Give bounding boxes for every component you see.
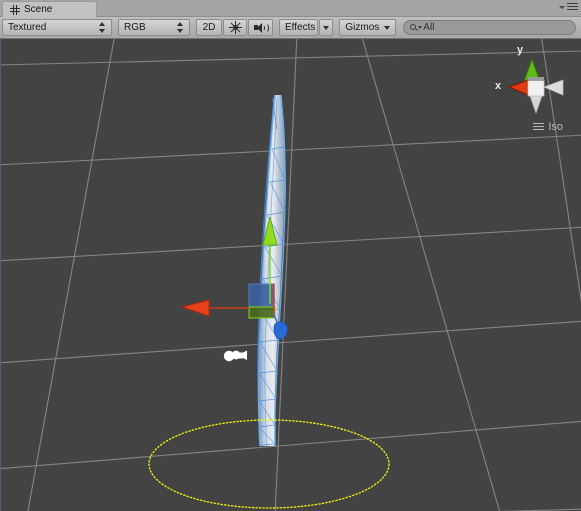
tab-scene-label: Scene: [24, 4, 53, 15]
stepper-icon: [99, 22, 106, 33]
search-value: All: [423, 22, 435, 33]
scene-orientation-gizmo[interactable]: [507, 58, 564, 115]
gizmos-dropdown[interactable]: Gizmos: [339, 19, 397, 36]
speaker-icon: [254, 22, 269, 34]
effects-button[interactable]: Effects: [279, 19, 319, 36]
gizmo-center-cube[interactable]: [527, 79, 545, 97]
camera-gizmo-icon[interactable]: [223, 350, 247, 362]
color-mode-label: RGB: [124, 21, 146, 33]
gizmo-plane-xz[interactable]: [248, 306, 276, 319]
tab-scene[interactable]: Scene: [2, 1, 97, 17]
search-input[interactable]: All: [403, 20, 576, 35]
chevron-down-icon: [559, 5, 565, 9]
chevron-down-icon: [384, 25, 391, 30]
effects-dropdown-button[interactable]: [319, 19, 334, 36]
unity-scene-window: Scene Textured RGB 2D Effects Gizmos All…: [0, 0, 581, 511]
scene-viewport[interactable]: y x Iso: [0, 39, 581, 511]
draw-mode-label: Textured: [8, 21, 47, 33]
gizmo-axis-z-arrow[interactable]: [273, 321, 288, 340]
sun-icon: [229, 21, 242, 34]
grid-icon: [10, 4, 20, 15]
tab-strip: Scene: [0, 0, 581, 17]
ground-grid: [1, 39, 581, 511]
lighting-toggle-button[interactable]: [223, 19, 247, 36]
gizmo-axis-x-arrow[interactable]: [180, 299, 210, 317]
hamburger-menu-icon: [567, 3, 578, 11]
gizmo-center-cube-top: [528, 77, 544, 81]
panel-options-button[interactable]: [559, 3, 578, 11]
scene-render: [1, 39, 581, 511]
gizmo-cone-x[interactable]: [507, 79, 529, 96]
draw-mode-dropdown[interactable]: Textured: [2, 19, 112, 36]
audio-toggle-button[interactable]: [248, 19, 273, 36]
toggle-2d-label: 2D: [202, 21, 216, 33]
chevron-down-icon: [323, 25, 330, 30]
gizmo-cone-x-negative[interactable]: [542, 79, 564, 96]
toggle-2d-button[interactable]: 2D: [196, 19, 222, 36]
gizmos-label: Gizmos: [345, 21, 380, 33]
color-mode-dropdown[interactable]: RGB: [118, 19, 190, 36]
stepper-icon: [177, 22, 184, 33]
search-icon: [410, 23, 423, 33]
scene-toolbar: Textured RGB 2D Effects Gizmos All: [0, 17, 581, 39]
effects-label: Effects: [285, 21, 316, 33]
